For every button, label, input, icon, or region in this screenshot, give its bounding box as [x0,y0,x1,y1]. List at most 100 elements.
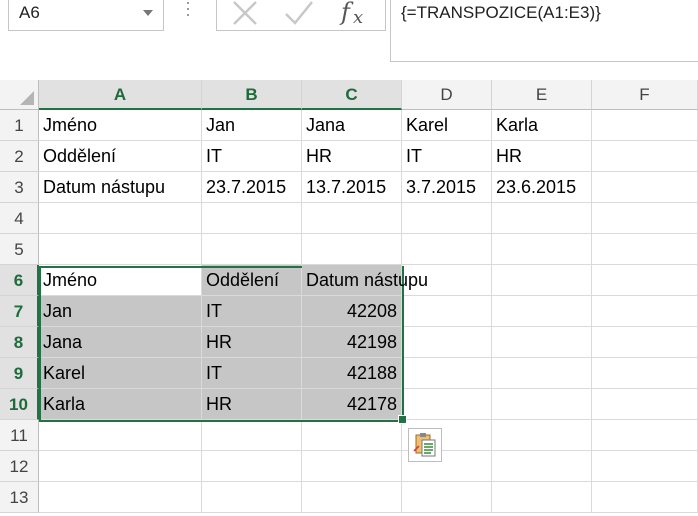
column-header-d[interactable]: D [402,80,492,110]
column-header-a[interactable]: A [39,80,202,110]
cell-c3[interactable]: 13.7.2015 [302,172,402,203]
cell-f13[interactable] [592,482,698,513]
cell-e9[interactable] [492,358,592,389]
cell-b1[interactable]: Jan [202,110,302,141]
fill-handle[interactable] [398,415,407,424]
cell-d4[interactable] [402,203,492,234]
spreadsheet-grid: A B C D E F 1 Jméno Jan Jana Karel Karla 2 Oddělení IT… [0,0,698,516]
cell-c7[interactable]: 42208 [302,296,402,327]
cell-f11[interactable] [592,420,698,451]
cell-c5[interactable] [302,234,402,265]
row-header-5[interactable]: 5 [0,234,39,265]
column-header-c[interactable]: C [302,80,402,110]
row-header-12[interactable]: 12 [0,451,39,482]
cell-d2[interactable]: IT [402,141,492,172]
cell-e3[interactable]: 23.6.2015 [492,172,592,203]
cell-f5[interactable] [592,234,698,265]
cell-e8[interactable] [492,327,592,358]
paste-options-button[interactable] [408,428,442,462]
cell-e2[interactable]: HR [492,141,592,172]
cell-c13[interactable] [302,482,402,513]
cell-b4[interactable] [202,203,302,234]
cell-a9[interactable]: Karel [39,358,202,389]
row-header-4[interactable]: 4 [0,203,39,234]
row-header-1[interactable]: 1 [0,110,39,141]
row-header-8[interactable]: 8 [0,327,39,358]
cell-a11[interactable] [39,420,202,451]
cell-a8[interactable]: Jana [39,327,202,358]
cell-e13[interactable] [492,482,592,513]
cell-c2[interactable]: HR [302,141,402,172]
cell-a2[interactable]: Oddělení [39,141,202,172]
cell-e7[interactable] [492,296,592,327]
cell-c1[interactable]: Jana [302,110,402,141]
column-header-e[interactable]: E [492,80,592,110]
cell-f1[interactable] [592,110,698,141]
cell-b12[interactable] [202,451,302,482]
cell-f3[interactable] [592,172,698,203]
cell-c6[interactable]: Datum nástupu [302,265,428,296]
cell-b11[interactable] [202,420,302,451]
cell-f2[interactable] [592,141,698,172]
row-header-2[interactable]: 2 [0,141,39,172]
row-header-7[interactable]: 7 [0,296,39,327]
cell-a3[interactable]: Datum nástupu [39,172,202,203]
cell-b3[interactable]: 23.7.2015 [202,172,302,203]
cell-d5[interactable] [402,234,492,265]
cell-a13[interactable] [39,482,202,513]
cell-b2[interactable]: IT [202,141,302,172]
cell-f8[interactable] [592,327,698,358]
cell-b8[interactable]: HR [202,327,302,358]
cell-a5[interactable] [39,234,202,265]
cell-b9[interactable]: IT [202,358,302,389]
row-header-6[interactable]: 6 [0,265,39,296]
cell-f12[interactable] [592,451,698,482]
cell-e10[interactable] [492,389,592,420]
cell-c8[interactable]: 42198 [302,327,402,358]
cell-a6[interactable]: Jméno [39,265,202,296]
cell-c12[interactable] [302,451,402,482]
cell-b6[interactable]: Oddělení [202,265,302,296]
cell-a1[interactable]: Jméno [39,110,202,141]
cell-f9[interactable] [592,358,698,389]
cell-f6[interactable] [592,265,698,296]
row-header-10[interactable]: 10 [0,389,39,420]
cell-c9[interactable]: 42188 [302,358,402,389]
cell-a12[interactable] [39,451,202,482]
column-header-f[interactable]: F [592,80,698,110]
select-all-button[interactable] [0,80,39,110]
cell-d7[interactable] [402,296,492,327]
cell-f10[interactable] [592,389,698,420]
cell-c10[interactable]: 42178 [302,389,402,420]
row-header-13[interactable]: 13 [0,482,39,513]
row-header-11[interactable]: 11 [0,420,39,451]
cell-d10[interactable] [402,389,492,420]
cell-d3[interactable]: 3.7.2015 [402,172,492,203]
cell-a10[interactable]: Karla [39,389,202,420]
cell-b5[interactable] [202,234,302,265]
cell-b10[interactable]: HR [202,389,302,420]
row-header-3[interactable]: 3 [0,172,39,203]
cell-f7[interactable] [592,296,698,327]
row-header-9[interactable]: 9 [0,358,39,389]
cell-b7[interactable]: IT [202,296,302,327]
cell-e1[interactable]: Karla [492,110,592,141]
paste-options-icon [413,433,436,457]
select-all-icon [20,91,34,105]
cell-e12[interactable] [492,451,592,482]
cell-f4[interactable] [592,203,698,234]
cell-c4[interactable] [302,203,402,234]
cell-e4[interactable] [492,203,592,234]
cell-d8[interactable] [402,327,492,358]
cell-e5[interactable] [492,234,592,265]
cell-e11[interactable] [492,420,592,451]
cell-e6[interactable] [492,265,592,296]
cell-a4[interactable] [39,203,202,234]
cell-d1[interactable]: Karel [402,110,492,141]
column-header-b[interactable]: B [202,80,302,110]
cell-c11[interactable] [302,420,402,451]
cell-b13[interactable] [202,482,302,513]
cell-d9[interactable] [402,358,492,389]
cell-d13[interactable] [402,482,492,513]
cell-a7[interactable]: Jan [39,296,202,327]
